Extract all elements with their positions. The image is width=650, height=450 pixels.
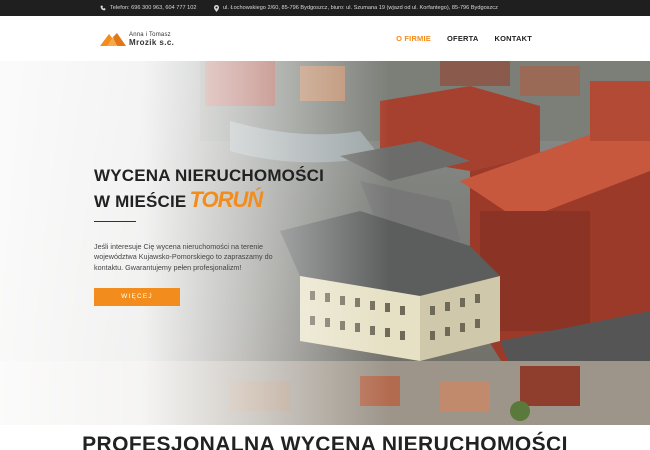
more-button[interactable]: WIĘCEJ bbox=[94, 287, 180, 306]
logo-text: Anna i Tomasz Mrozik s.c. bbox=[129, 32, 174, 47]
logo-line1: Anna i Tomasz bbox=[129, 31, 171, 38]
nav-item-oferta[interactable]: OFERTA bbox=[447, 34, 478, 43]
address-text: ul. Łochowskiego 2/60, 85-796 Bydgoszcz,… bbox=[223, 5, 498, 11]
phone-info[interactable]: Telefon: 696 300 963, 604 777 102 bbox=[100, 0, 196, 16]
roof-logo-icon bbox=[100, 33, 126, 46]
site-header: Anna i Tomasz Mrozik s.c. O FIRMIE OFERT… bbox=[0, 16, 650, 61]
phone-text: Telefon: 696 300 963, 604 777 102 bbox=[110, 5, 197, 11]
top-info-bar: Telefon: 696 300 963, 604 777 102 ul. Ło… bbox=[0, 0, 650, 16]
logo-line2: Mrozik s.c. bbox=[129, 37, 175, 47]
hero-content: WYCENA NIERUCHOMOŚCI W MIEŚCIE TORUŃ Jeśl… bbox=[94, 165, 354, 306]
nav-item-kontakt[interactable]: KONTAKT bbox=[494, 34, 532, 43]
hero-title: WYCENA NIERUCHOMOŚCI W MIEŚCIE TORUŃ bbox=[94, 165, 354, 214]
hero-city: TORUŃ bbox=[189, 187, 263, 213]
nav-item-o-firmie[interactable]: O FIRMIE bbox=[396, 34, 431, 43]
hero-title-line1: WYCENA NIERUCHOMOŚCI bbox=[94, 166, 325, 185]
hero-description: Jeśli interesuje Cię wycena nieruchomośc… bbox=[94, 241, 273, 273]
hero-title-line2: W MIEŚCIE bbox=[94, 192, 187, 212]
section-title: PROFESJONALNA WYCENA NIERUCHOMOŚCI bbox=[82, 433, 568, 450]
site-logo[interactable]: Anna i Tomasz Mrozik s.c. bbox=[100, 27, 174, 51]
address-info: ul. Łochowskiego 2/60, 85-796 Bydgoszcz,… bbox=[214, 0, 498, 16]
phone-icon bbox=[100, 5, 106, 11]
map-pin-icon bbox=[214, 4, 219, 12]
hero-banner: WYCENA NIERUCHOMOŚCI W MIEŚCIE TORUŃ Jeśl… bbox=[0, 61, 650, 425]
main-nav: O FIRMIE OFERTA KONTAKT bbox=[396, 16, 532, 61]
hero-divider bbox=[94, 220, 136, 222]
